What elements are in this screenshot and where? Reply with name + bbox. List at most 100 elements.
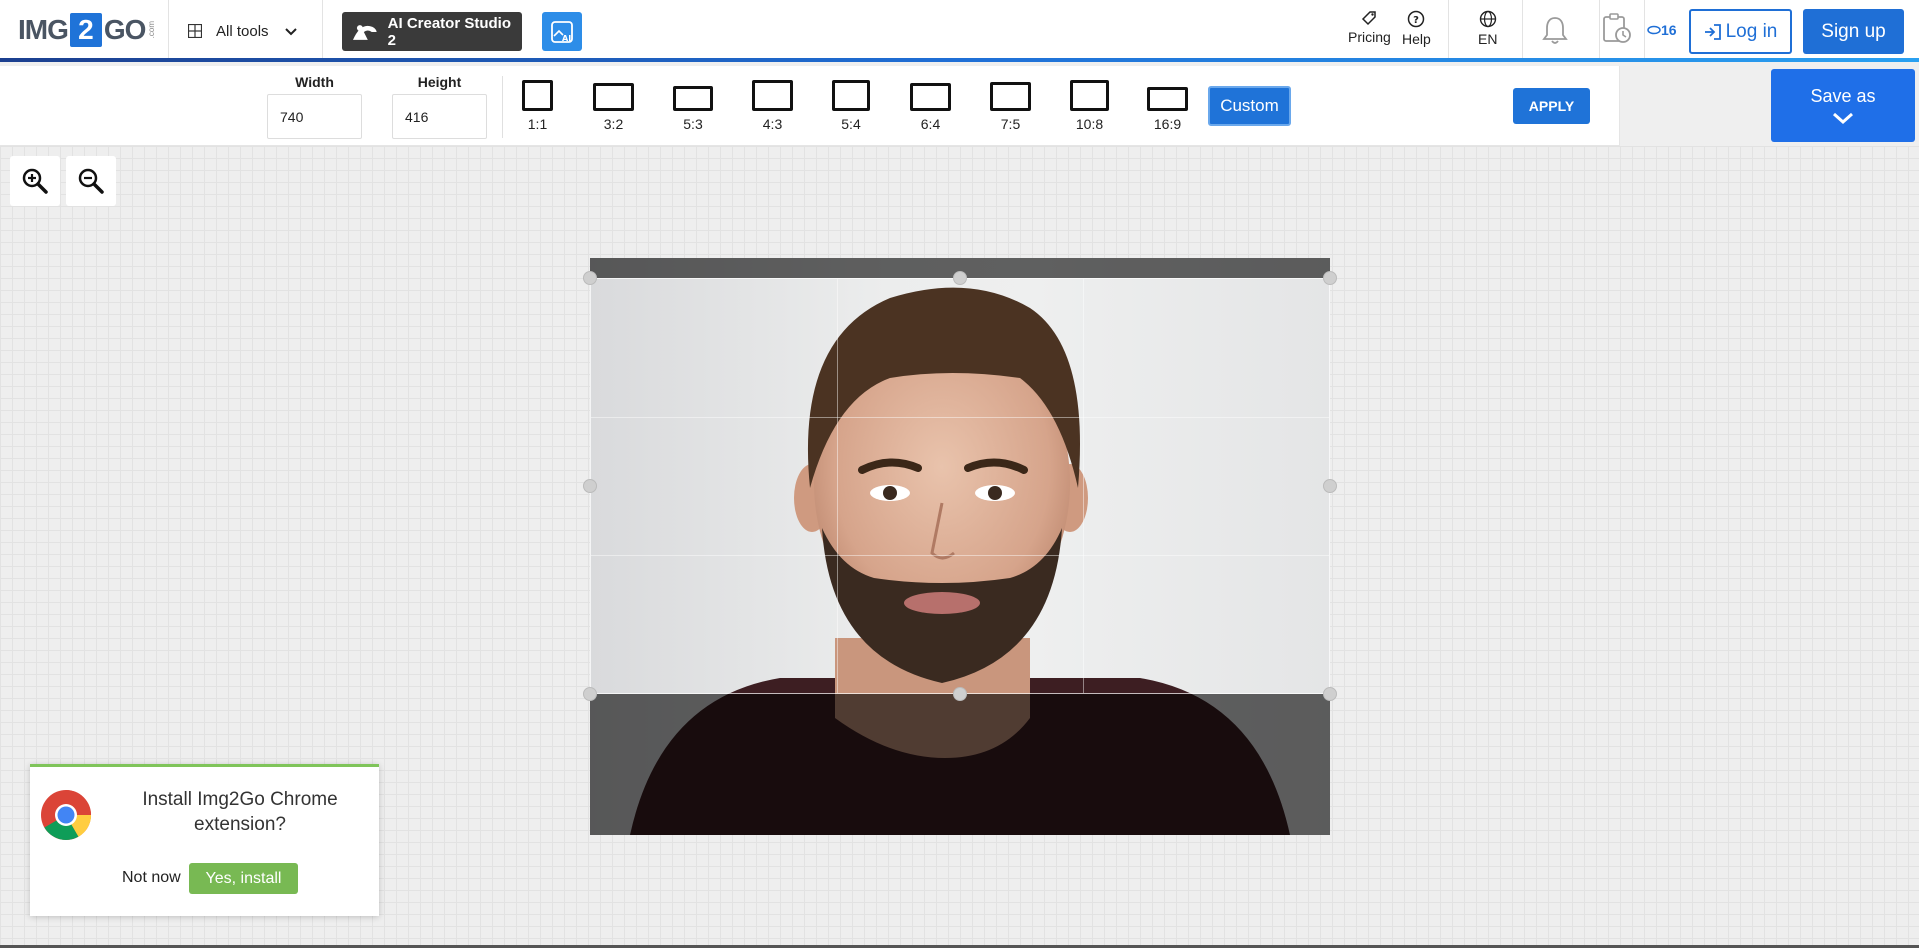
- credits-icon: [1647, 25, 1661, 35]
- ai-creator-studio-label: AI Creator Studio 2: [387, 14, 511, 49]
- crop-handle-bottom-right[interactable]: [1323, 687, 1337, 701]
- ratio-label: 6:4: [920, 116, 941, 132]
- history-icon: [1603, 13, 1631, 43]
- login-icon: [1704, 23, 1721, 40]
- history-button[interactable]: [1599, 12, 1633, 51]
- yes-install-button[interactable]: Yes, install: [189, 863, 298, 894]
- ratio-5-3-button[interactable]: 5:3: [673, 80, 713, 132]
- crop-handle-right[interactable]: [1323, 479, 1337, 493]
- crop-handle-top-left[interactable]: [583, 271, 597, 285]
- logo-text-left: IMG: [18, 14, 69, 45]
- grid-icon: [188, 24, 202, 38]
- signup-label: Sign up: [1821, 20, 1886, 42]
- svg-text:AI: AI: [562, 34, 571, 43]
- crop-grid-line: [1082, 279, 1084, 693]
- ai-creator-studio-button[interactable]: AI Creator Studio 2: [342, 12, 522, 51]
- login-button[interactable]: Log in: [1689, 9, 1792, 54]
- apply-button[interactable]: APPLY: [1513, 88, 1590, 124]
- ratio-shape: [673, 86, 713, 111]
- width-label: Width: [295, 74, 334, 90]
- ratio-label: 7:5: [1000, 116, 1021, 132]
- tag-icon: [1362, 11, 1377, 26]
- ratio-7-5-button[interactable]: 7:5: [990, 80, 1031, 132]
- crop-handle-top[interactable]: [953, 271, 967, 285]
- crop-toolbar: Width Height 1:1 3:2 5:3 4:3 5:4 6:4 7:5…: [0, 66, 1620, 146]
- top-header: IMG 2 GO .com All tools AI Creator Studi…: [0, 0, 1919, 62]
- crop-grid-line: [591, 554, 1329, 556]
- ratio-shape: [990, 82, 1031, 111]
- crop-handle-bottom-left[interactable]: [583, 687, 597, 701]
- ratio-5-4-button[interactable]: 5:4: [832, 80, 870, 132]
- header-divider: [168, 0, 169, 62]
- ratio-shape: [910, 83, 951, 111]
- chrome-icon: [41, 790, 91, 840]
- help-link[interactable]: ? Help: [1402, 10, 1431, 47]
- height-group: Height: [392, 74, 487, 139]
- ratio-6-4-button[interactable]: 6:4: [910, 80, 951, 132]
- height-input[interactable]: [392, 94, 487, 139]
- height-label: Height: [417, 74, 462, 90]
- ratio-1-1-button[interactable]: 1:1: [522, 80, 553, 132]
- header-divider: [1448, 0, 1449, 62]
- ratio-label: 4:3: [762, 116, 783, 132]
- crop-handle-top-right[interactable]: [1323, 271, 1337, 285]
- ratio-4-3-button[interactable]: 4:3: [752, 80, 793, 132]
- crop-handle-left[interactable]: [583, 479, 597, 493]
- ratio-shape: [593, 83, 634, 111]
- yes-install-label: Yes, install: [205, 869, 282, 887]
- all-tools-label: All tools: [216, 22, 269, 40]
- zoom-out-button[interactable]: [66, 156, 116, 206]
- ratio-label: 5:4: [841, 116, 861, 132]
- header-divider: [1644, 0, 1645, 62]
- ratio-shape: [1147, 87, 1188, 111]
- ratio-label: 16:9: [1153, 116, 1182, 132]
- credits-counter[interactable]: 16: [1647, 22, 1677, 38]
- zoom-in-icon: [22, 168, 48, 194]
- help-icon: ?: [1408, 10, 1425, 28]
- ratio-shape: [832, 80, 870, 111]
- signup-button[interactable]: Sign up: [1803, 9, 1904, 54]
- notifications-button[interactable]: [1540, 14, 1570, 51]
- all-tools-menu[interactable]: All tools: [188, 18, 297, 44]
- zoom-out-icon: [78, 168, 104, 194]
- logo-text-mid: 2: [69, 13, 102, 47]
- width-input[interactable]: [267, 94, 362, 139]
- login-label: Log in: [1725, 20, 1778, 42]
- globe-icon: [1479, 10, 1496, 28]
- crop-grid-line: [591, 416, 1329, 418]
- ratio-label: 5:3: [683, 116, 703, 132]
- chevron-down-icon: [1833, 112, 1853, 125]
- zoom-in-button[interactable]: [10, 156, 60, 206]
- ratio-label: 10:8: [1075, 116, 1104, 132]
- crop-shade-bottom: [590, 694, 1330, 835]
- ratio-shape: [1070, 80, 1109, 111]
- bell-icon: [1542, 17, 1568, 44]
- header-divider: [1522, 0, 1523, 62]
- popup-message: Install Img2Go Chrome extension?: [142, 789, 338, 835]
- width-group: Width: [267, 74, 362, 139]
- ai-studio-icon: [352, 24, 377, 40]
- ai-image-button[interactable]: AI: [542, 12, 582, 51]
- custom-label: Custom: [1220, 96, 1279, 115]
- help-label: Help: [1402, 31, 1431, 47]
- crop-grid-line: [836, 279, 838, 693]
- ai-image-icon: AI: [551, 20, 573, 43]
- logo-text-right: GO: [103, 14, 147, 45]
- ratio-16-9-button[interactable]: 16:9: [1147, 80, 1188, 132]
- ratio-shape: [752, 80, 793, 111]
- crop-selection[interactable]: [583, 271, 1337, 701]
- crop-handle-bottom[interactable]: [953, 687, 967, 701]
- save-as-label: Save as: [1810, 86, 1876, 106]
- not-now-button[interactable]: Not now: [122, 869, 181, 887]
- pricing-link[interactable]: Pricing: [1348, 10, 1391, 45]
- save-as-button[interactable]: Save as: [1771, 69, 1915, 142]
- apply-label: APPLY: [1528, 98, 1575, 114]
- language-selector[interactable]: EN: [1478, 10, 1497, 47]
- chrome-extension-popup: Install Img2Go Chrome extension? Not now…: [30, 764, 379, 916]
- svg-text:?: ?: [1413, 15, 1419, 26]
- custom-ratio-button[interactable]: Custom: [1208, 86, 1291, 126]
- ratio-3-2-button[interactable]: 3:2: [593, 80, 634, 132]
- language-label: EN: [1478, 31, 1498, 47]
- ratio-10-8-button[interactable]: 10:8: [1070, 80, 1109, 132]
- img2go-logo[interactable]: IMG 2 GO .com: [18, 12, 156, 48]
